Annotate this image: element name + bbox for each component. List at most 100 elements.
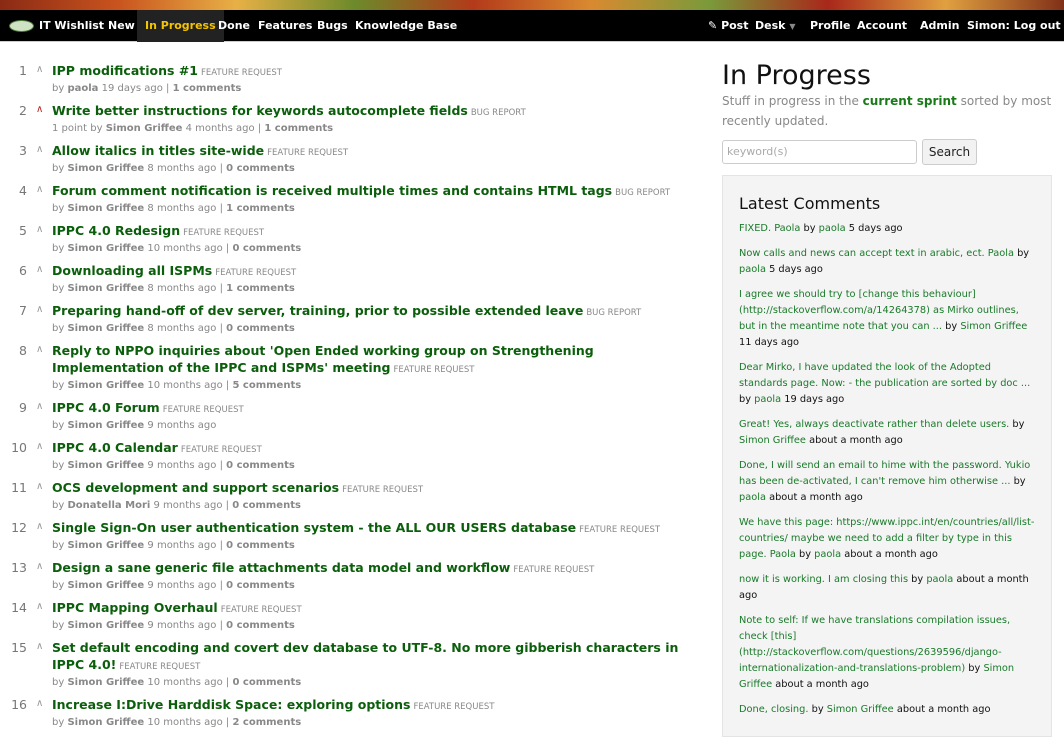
nav-features[interactable]: Features bbox=[258, 10, 312, 42]
item-title-link[interactable]: IPPC 4.0 Calendar bbox=[52, 440, 178, 455]
item-rank: 9 bbox=[19, 400, 27, 415]
upvote-icon[interactable]: ∧ bbox=[36, 641, 43, 652]
nav-bugs[interactable]: Bugs bbox=[317, 10, 348, 42]
item-author[interactable]: Simon Griffee bbox=[67, 620, 144, 631]
upvote-icon[interactable]: ∧ bbox=[36, 698, 43, 709]
nav-desk[interactable]: Desk ▼ bbox=[755, 10, 795, 42]
by-label: by bbox=[52, 717, 65, 728]
comment-author[interactable]: Simon Griffee bbox=[739, 435, 806, 446]
item-title-link[interactable]: Reply to NPPO inquiries about 'Open Ende… bbox=[52, 343, 594, 375]
item-comments-link[interactable]: 5 comments bbox=[232, 380, 301, 391]
comment-text-link[interactable]: Done, I will send an email to hime with … bbox=[739, 460, 1030, 487]
comment-author[interactable]: paola bbox=[754, 394, 781, 405]
nav-knowledge-base[interactable]: Knowledge Base bbox=[355, 10, 457, 42]
item-author[interactable]: Simon Griffee bbox=[67, 323, 144, 334]
item-comments-link[interactable]: 0 comments bbox=[226, 580, 295, 591]
item-title-link[interactable]: Increase I:Drive Harddisk Space: explori… bbox=[52, 697, 410, 712]
item-title-link[interactable]: Downloading all ISPMs bbox=[52, 263, 212, 278]
item-author[interactable]: Donatella Mori bbox=[67, 500, 150, 511]
comment-text-link[interactable]: FIXED. Paola bbox=[739, 223, 800, 234]
upvote-icon[interactable]: ∧ bbox=[36, 344, 43, 355]
item-title-link[interactable]: IPP modifications #1 bbox=[52, 63, 198, 78]
item-author[interactable]: Simon Griffee bbox=[67, 460, 144, 471]
comment-author[interactable]: paola bbox=[926, 574, 953, 585]
item-comments-link[interactable]: 1 comments bbox=[264, 123, 333, 134]
comment-text-link[interactable]: Great! Yes, always deactivate rather tha… bbox=[739, 419, 1009, 430]
upvote-icon[interactable]: ∧ bbox=[36, 264, 43, 275]
item-comments-link[interactable]: 0 comments bbox=[226, 323, 295, 334]
item-author[interactable]: paola bbox=[67, 83, 98, 94]
item-title-link[interactable]: Design a sane generic file attachments d… bbox=[52, 560, 510, 575]
by-label: by bbox=[52, 620, 65, 631]
comment-author[interactable]: paola bbox=[739, 264, 766, 275]
item-comments-link[interactable]: 0 comments bbox=[232, 243, 301, 254]
item-author[interactable]: Simon Griffee bbox=[67, 677, 144, 688]
item-comments-link[interactable]: 2 comments bbox=[232, 717, 301, 728]
by-label: by bbox=[52, 540, 65, 551]
search-button[interactable]: Search bbox=[922, 139, 977, 165]
comment-text-link[interactable]: Done, closing. bbox=[739, 704, 808, 715]
comment-text-link[interactable]: now it is working. I am closing this bbox=[739, 574, 908, 585]
item-author[interactable]: Simon Griffee bbox=[67, 540, 144, 551]
current-sprint-link[interactable]: current sprint bbox=[863, 94, 957, 108]
item-author[interactable]: Simon Griffee bbox=[67, 203, 144, 214]
item-comments-link[interactable]: 0 comments bbox=[226, 460, 295, 471]
item-title-link[interactable]: IPPC 4.0 Redesign bbox=[52, 223, 180, 238]
nav-post[interactable]: ✎ Post bbox=[708, 10, 749, 42]
item-title-link[interactable]: IPPC 4.0 Forum bbox=[52, 400, 160, 415]
upvote-icon[interactable]: ∧ bbox=[36, 184, 43, 195]
upvote-icon[interactable]: ∧ bbox=[36, 224, 43, 235]
item-comments-link[interactable]: 0 comments bbox=[232, 677, 301, 688]
upvote-icon[interactable]: ∧ bbox=[36, 481, 43, 492]
upvote-icon[interactable]: ∧ bbox=[36, 601, 43, 612]
nav-brand[interactable]: IT Wishlist bbox=[39, 10, 104, 42]
comment-time: about a month ago bbox=[775, 679, 869, 690]
nav-in-progress[interactable]: In Progress bbox=[137, 10, 224, 42]
upvote-icon[interactable]: ∧ bbox=[36, 64, 43, 75]
comment-author[interactable]: Simon Griffee bbox=[960, 321, 1027, 332]
comment-text-link[interactable]: Now calls and news can accept text in ar… bbox=[739, 248, 1014, 259]
item-title-link[interactable]: IPPC Mapping Overhaul bbox=[52, 600, 218, 615]
item-author[interactable]: Simon Griffee bbox=[67, 717, 144, 728]
item-title-link[interactable]: Preparing hand-off of dev server, traini… bbox=[52, 303, 583, 318]
upvote-icon[interactable]: ∧ bbox=[36, 144, 43, 155]
item-author[interactable]: Simon Griffee bbox=[67, 243, 144, 254]
item-author[interactable]: Simon Griffee bbox=[106, 123, 183, 134]
item-title-link[interactable]: OCS development and support scenarios bbox=[52, 480, 339, 495]
item-title-link[interactable]: Allow italics in titles site-wide bbox=[52, 143, 264, 158]
item-comments-link[interactable]: 1 comments bbox=[226, 203, 295, 214]
upvote-icon[interactable]: ∧ bbox=[36, 304, 43, 315]
nav-account[interactable]: Account bbox=[857, 10, 907, 42]
item-title-link[interactable]: Forum comment notification is received m… bbox=[52, 183, 612, 198]
nav-new[interactable]: New bbox=[108, 10, 135, 42]
upvote-icon[interactable]: ∧ bbox=[36, 441, 43, 452]
item-comments-link[interactable]: 1 comments bbox=[173, 83, 242, 94]
nav-admin[interactable]: Admin bbox=[920, 10, 959, 42]
comment-author[interactable]: paola bbox=[819, 223, 846, 234]
upvote-icon[interactable]: ∧ bbox=[36, 104, 43, 115]
item-comments-link[interactable]: 0 comments bbox=[226, 620, 295, 631]
item-author[interactable]: Simon Griffee bbox=[67, 163, 144, 174]
upvote-icon[interactable]: ∧ bbox=[36, 401, 43, 412]
item-comments-link[interactable]: 1 comments bbox=[226, 283, 295, 294]
comment-text-link[interactable]: Dear Mirko, I have updated the look of t… bbox=[739, 362, 1030, 389]
item-author[interactable]: Simon Griffee bbox=[67, 420, 144, 431]
upvote-icon[interactable]: ∧ bbox=[36, 521, 43, 532]
item-comments-link[interactable]: 0 comments bbox=[226, 163, 295, 174]
comment-author[interactable]: Simon Griffee bbox=[827, 704, 894, 715]
upvote-icon[interactable]: ∧ bbox=[36, 561, 43, 572]
item-author[interactable]: Simon Griffee bbox=[67, 283, 144, 294]
item-comments-link[interactable]: 0 comments bbox=[232, 500, 301, 511]
item-author[interactable]: Simon Griffee bbox=[67, 380, 144, 391]
item-comments-link[interactable]: 0 comments bbox=[226, 540, 295, 551]
comment-author[interactable]: paola bbox=[814, 549, 841, 560]
nav-done[interactable]: Done bbox=[218, 10, 250, 42]
nav-logout[interactable]: Simon: Log out bbox=[967, 10, 1061, 42]
nav-profile[interactable]: Profile bbox=[810, 10, 850, 42]
item-title-link[interactable]: Single Sign-On user authentication syste… bbox=[52, 520, 576, 535]
item-title: Write better instructions for keywords a… bbox=[52, 98, 692, 122]
item-title-link[interactable]: Write better instructions for keywords a… bbox=[52, 103, 468, 118]
search-input[interactable]: keyword(s) bbox=[722, 140, 917, 164]
comment-author[interactable]: paola bbox=[739, 492, 766, 503]
item-author[interactable]: Simon Griffee bbox=[67, 580, 144, 591]
